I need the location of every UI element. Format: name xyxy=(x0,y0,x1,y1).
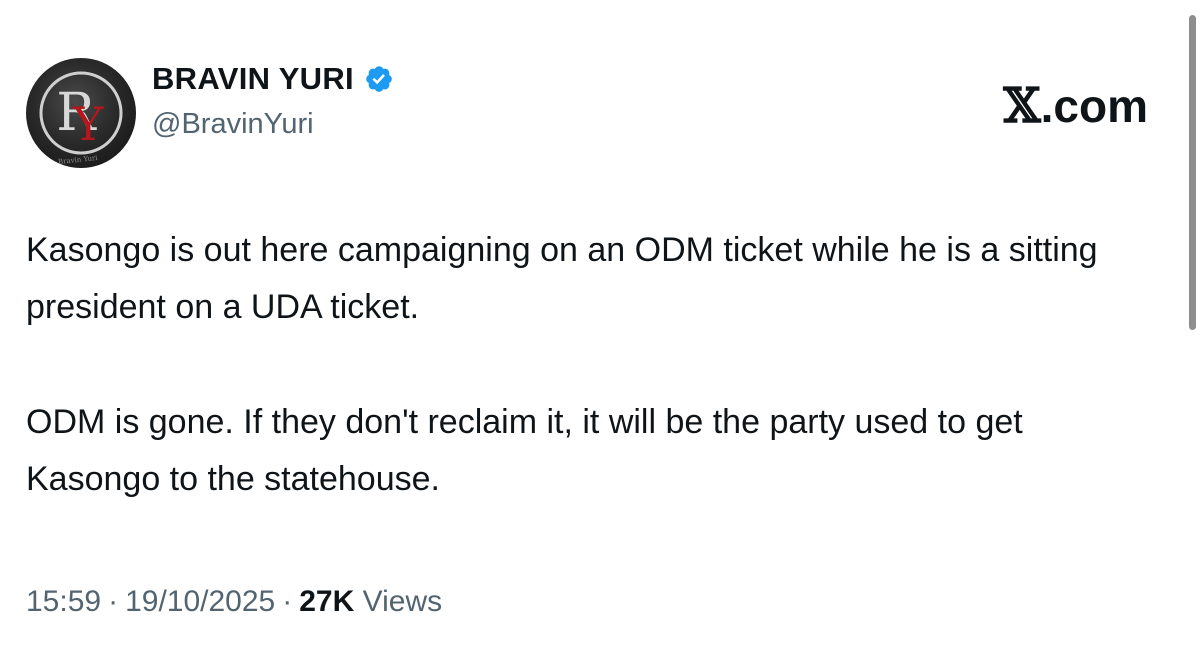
views-label[interactable]: Views xyxy=(363,585,442,618)
avatar-caption: Bravin Yuri xyxy=(58,154,99,166)
meta-separator: · xyxy=(108,585,119,618)
meta-separator: · xyxy=(282,585,293,618)
tweet-time[interactable]: 15:59 xyxy=(26,585,101,618)
x-com-watermark: 𝕏 .com xyxy=(1003,82,1148,130)
author-handle[interactable]: @BravinYuri xyxy=(152,110,314,139)
author-display-name[interactable]: BRAVIN YURI xyxy=(152,63,354,94)
tweet-paragraph: ODM is gone. If they don't reclaim it, i… xyxy=(26,403,1023,498)
views-count[interactable]: 27K xyxy=(299,585,354,618)
tweet-paragraph: Kasongo is out here campaigning on an OD… xyxy=(26,231,1098,326)
verified-badge-icon xyxy=(366,65,392,92)
avatar[interactable]: R Y Bravin Yuri xyxy=(26,58,136,168)
x-logo-icon: 𝕏 xyxy=(1003,78,1041,134)
tweet-metadata: 15:59 · 19/10/2025 · 27K Views xyxy=(26,587,442,617)
tweet-text: Kasongo is out here campaigning on an OD… xyxy=(26,222,1166,566)
scrollbar[interactable] xyxy=(1189,15,1196,330)
avatar-monogram-y: Y xyxy=(72,97,104,151)
author-name-row[interactable]: BRAVIN YURI xyxy=(152,63,394,94)
tweet-date[interactable]: 19/10/2025 xyxy=(125,585,275,618)
brand-suffix: .com xyxy=(1040,80,1148,132)
avatar-logo-icon: R Y Bravin Yuri xyxy=(39,71,123,166)
